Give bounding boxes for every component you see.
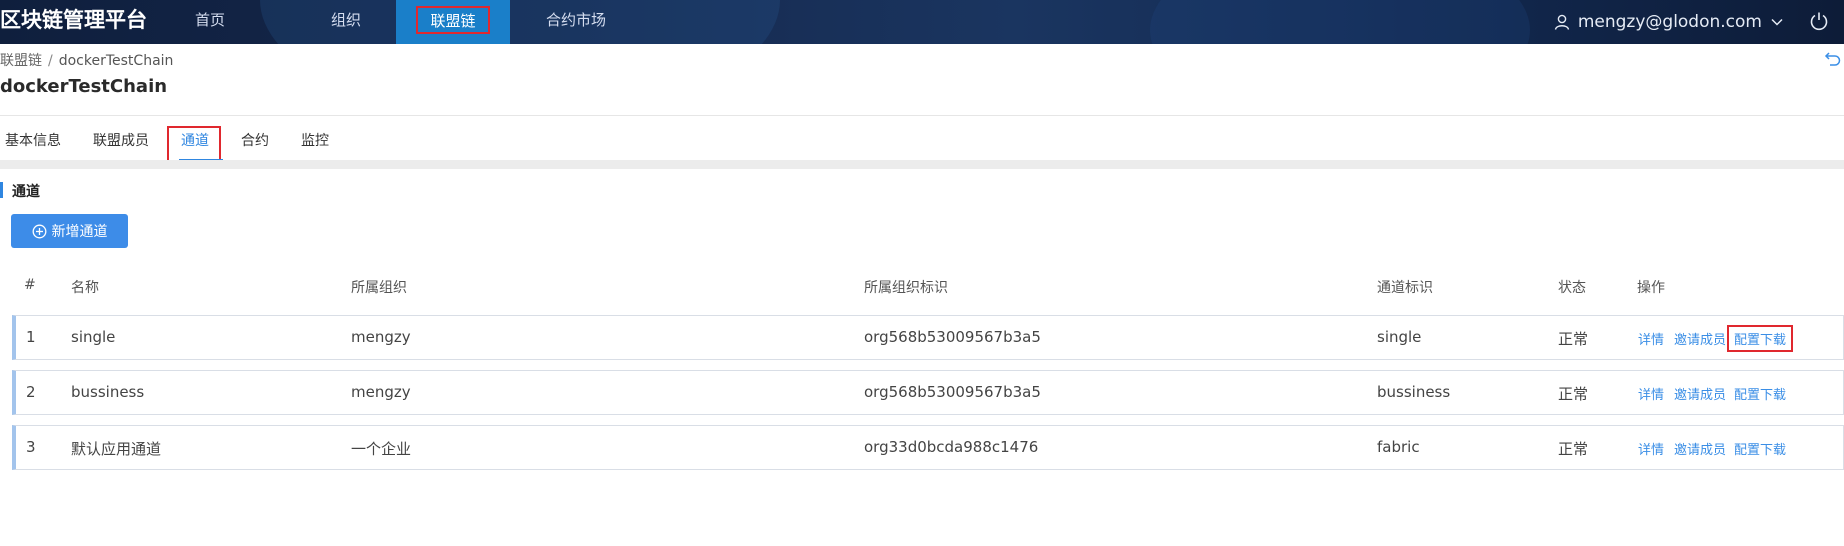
- details-link[interactable]: 详情: [1638, 384, 1664, 403]
- cell-organization: mengzy: [351, 383, 411, 401]
- details-link[interactable]: 详情: [1638, 329, 1664, 348]
- column-header-actions: 操作: [1637, 280, 1665, 296]
- details-link[interactable]: 详情: [1638, 439, 1664, 458]
- table-row: 1 single mengzy org568b53009567b3a5 sing…: [12, 315, 1844, 360]
- table-header: # 名称 所属组织 所属组织标识 通道标识 状态 操作: [0, 270, 1844, 300]
- user-icon: [1554, 14, 1570, 30]
- power-icon[interactable]: [1808, 10, 1830, 32]
- top-navigation-bar: 区块链管理平台 首页 组织 联盟链 合约市场 mengzy@glodon.com: [0, 0, 1844, 44]
- invite-member-link[interactable]: 邀请成员: [1674, 384, 1726, 403]
- cell-index: 3: [26, 438, 36, 456]
- breadcrumb-parent-link[interactable]: 联盟链: [0, 53, 42, 69]
- tab-contracts[interactable]: 合约: [241, 118, 269, 160]
- column-header-organization: 所属组织: [351, 280, 407, 296]
- user-menu[interactable]: mengzy@glodon.com: [1554, 0, 1784, 44]
- column-header-channel-id: 通道标识: [1377, 280, 1433, 296]
- highlight-box: [167, 126, 221, 162]
- column-header-index: #: [24, 277, 36, 293]
- column-header-name: 名称: [71, 280, 99, 296]
- add-channel-button[interactable]: 新增通道: [11, 214, 128, 248]
- nav-item-consortium-chain[interactable]: 联盟链: [396, 0, 510, 44]
- cell-name: single: [71, 328, 116, 346]
- cell-index: 2: [26, 383, 36, 401]
- column-header-organization-id: 所属组织标识: [864, 280, 948, 296]
- cell-name: bussiness: [71, 383, 145, 401]
- cell-index: 1: [26, 328, 36, 346]
- nav-item-organization[interactable]: 组织: [316, 0, 376, 44]
- chevron-down-icon: [1771, 18, 1783, 26]
- cell-organization: mengzy: [351, 328, 411, 346]
- tab-consortium-members[interactable]: 联盟成员: [93, 118, 149, 160]
- cell-organization-id: org568b53009567b3a5: [864, 328, 1041, 346]
- decorative-background-shape: [1150, 0, 1530, 44]
- download-config-link[interactable]: 配置下载: [1726, 325, 1794, 352]
- page-title: dockerTestChain: [0, 76, 168, 97]
- table-row: 2 bussiness mengzy org568b53009567b3a5 b…: [12, 370, 1844, 415]
- nav-item-home[interactable]: 首页: [180, 0, 240, 44]
- cell-channel-id: single: [1377, 328, 1422, 346]
- user-email: mengzy@glodon.com: [1577, 12, 1762, 32]
- tab-basic-info[interactable]: 基本信息: [5, 118, 61, 160]
- cell-name: 默认应用通道: [71, 440, 162, 458]
- cell-status: 正常: [1558, 440, 1589, 458]
- section-title: 通道: [0, 181, 40, 201]
- cell-status: 正常: [1558, 385, 1589, 403]
- download-config-link[interactable]: 配置下载: [1734, 384, 1786, 403]
- invite-member-link[interactable]: 邀请成员: [1674, 439, 1726, 458]
- platform-brand: 区块链管理平台: [0, 8, 147, 32]
- breadcrumb-current: dockerTestChain: [58, 53, 174, 69]
- plus-circle-icon: [32, 224, 46, 238]
- cell-organization-id: org568b53009567b3a5: [864, 383, 1041, 401]
- breadcrumb: 联盟链 / dockerTestChain: [0, 50, 173, 70]
- column-header-status: 状态: [1558, 280, 1586, 296]
- cell-organization-id: org33d0bcda988c1476: [864, 438, 1039, 456]
- tab-bar: 基本信息 联盟成员 通道 合约 监控: [0, 118, 1844, 162]
- nav-item-label: 联盟链: [416, 6, 490, 34]
- tab-strip-separator: [0, 160, 1844, 169]
- header-divider: [0, 115, 1844, 116]
- tab-channels[interactable]: 通道: [167, 118, 223, 162]
- invite-member-link[interactable]: 邀请成员: [1674, 329, 1726, 348]
- download-config-link[interactable]: 配置下载: [1734, 439, 1786, 458]
- tab-monitoring[interactable]: 监控: [301, 118, 329, 160]
- add-channel-button-label: 新增通道: [51, 224, 108, 240]
- cell-status: 正常: [1558, 330, 1589, 348]
- back-icon[interactable]: [1824, 50, 1842, 68]
- cell-channel-id: fabric: [1377, 438, 1420, 456]
- breadcrumb-separator: /: [48, 53, 53, 69]
- table-row: 3 默认应用通道 一个企业 org33d0bcda988c1476 fabric…: [12, 425, 1844, 470]
- cell-organization: 一个企业: [351, 440, 412, 458]
- cell-channel-id: bussiness: [1377, 383, 1451, 401]
- nav-item-contract-market[interactable]: 合约市场: [540, 0, 612, 44]
